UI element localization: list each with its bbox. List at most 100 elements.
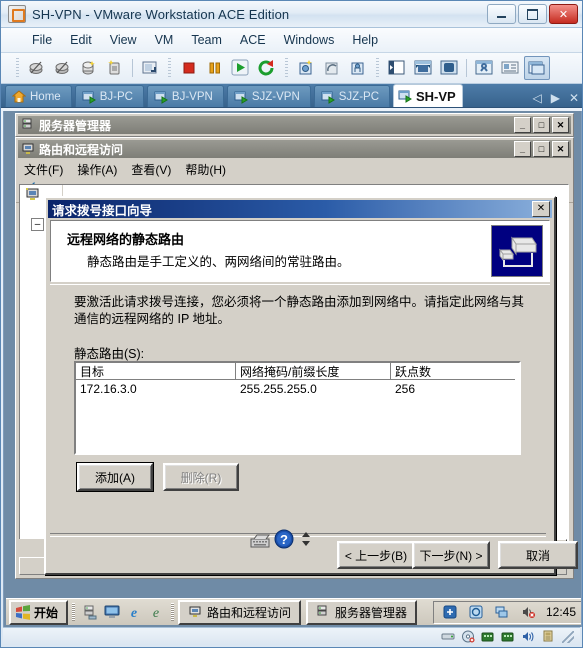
fullscreen-icon[interactable] bbox=[437, 57, 461, 79]
column-header-netmask[interactable]: 网络掩码/前缀长度 bbox=[236, 363, 391, 380]
tab-bj-pc[interactable]: BJ-PC bbox=[74, 85, 144, 107]
tab-label: SH-VP bbox=[416, 88, 456, 104]
menu-windows[interactable]: Windows bbox=[275, 30, 344, 50]
minimize-button[interactable] bbox=[487, 4, 516, 24]
menu-view[interactable]: 查看(V) bbox=[131, 161, 171, 178]
taskbar-item-server-manager[interactable]: 服务器管理器 bbox=[306, 599, 418, 625]
menu-team[interactable]: Team bbox=[182, 30, 231, 50]
vm-icon bbox=[234, 91, 248, 104]
network-icon[interactable] bbox=[467, 603, 485, 621]
close-button[interactable]: ✕ bbox=[532, 201, 550, 217]
tab-sh-vpn[interactable]: SH-VP bbox=[393, 84, 463, 107]
tab-bj-vpn[interactable]: BJ-VPN bbox=[146, 85, 224, 107]
snapshot-icon[interactable] bbox=[294, 57, 318, 79]
restore-button[interactable]: □ bbox=[533, 117, 550, 133]
cancel-button[interactable]: 取消 bbox=[498, 541, 578, 569]
hard-disk-icon[interactable] bbox=[440, 630, 455, 643]
server-manager-window[interactable]: 服务器管理器 _ □ ✕ bbox=[15, 113, 574, 137]
toolbar-grip[interactable] bbox=[16, 58, 19, 78]
menu-file[interactable]: File bbox=[23, 30, 61, 50]
clock[interactable]: 12:45 bbox=[546, 605, 576, 619]
power-off-guest-icon[interactable] bbox=[25, 57, 49, 79]
cd-dvd-icon[interactable] bbox=[460, 630, 475, 643]
console-view-icon[interactable] bbox=[524, 56, 550, 80]
close-button[interactable]: ✕ bbox=[552, 141, 569, 157]
static-routes-label: 静态路由(S): bbox=[74, 347, 145, 361]
rras-title-bar: 路由和远程访问 _ □ ✕ bbox=[18, 140, 571, 158]
resize-grip[interactable] bbox=[562, 630, 574, 643]
add-button[interactable]: 添加(A) bbox=[76, 462, 154, 492]
network-adapter2-icon[interactable] bbox=[500, 630, 515, 643]
guest-screen[interactable]: ↓ 服务器管理器 _ □ ✕ 路由和远程访问 bbox=[3, 111, 582, 627]
pause-icon[interactable] bbox=[203, 57, 227, 79]
home-icon bbox=[12, 89, 26, 102]
toolbar-grip-2[interactable] bbox=[168, 58, 171, 78]
static-routes-table[interactable]: 目标 网络掩码/前缀长度 跃点数 172.16.3.0 255.255.255.… bbox=[74, 361, 521, 455]
menu-help[interactable]: 帮助(H) bbox=[185, 161, 226, 178]
menu-edit[interactable]: Edit bbox=[61, 30, 101, 50]
menu-ace[interactable]: ACE bbox=[231, 30, 275, 50]
ie-alt-icon[interactable]: e bbox=[147, 603, 165, 621]
tab-prev-button[interactable]: ◁ bbox=[532, 92, 541, 104]
settings-icon[interactable] bbox=[472, 57, 496, 79]
tab-sjz-pc[interactable]: SJZ-PC bbox=[313, 85, 390, 107]
tab-sjz-vpn[interactable]: SJZ-VPN bbox=[226, 85, 311, 107]
fullscreen-toggle-icon[interactable] bbox=[138, 57, 162, 79]
table-header-row: 目标 网络掩码/前缀长度 跃点数 bbox=[76, 363, 519, 380]
menu-help[interactable]: Help bbox=[343, 30, 387, 50]
start-button[interactable]: 开始 bbox=[9, 599, 69, 625]
close-button[interactable]: ✕ bbox=[549, 4, 578, 24]
maximize-button[interactable] bbox=[518, 4, 547, 24]
back-button[interactable]: < 上一步(B) bbox=[337, 541, 415, 569]
internet-explorer-icon[interactable]: e bbox=[125, 603, 143, 621]
next-button[interactable]: 下一步(N) > bbox=[412, 541, 490, 569]
toolbar-grip-4[interactable] bbox=[376, 58, 379, 78]
summary-icon[interactable] bbox=[498, 57, 522, 79]
column-header-metric[interactable]: 跃点数 bbox=[391, 363, 515, 380]
quick-switch-icon[interactable] bbox=[411, 57, 435, 79]
demand-dial-interface-wizard-dialog[interactable]: 请求拨号接口向导 ✕ 远程网络的静态路由 静态路由是手工定义的、两网络间的常驻路… bbox=[44, 196, 578, 575]
network-disconnected-icon[interactable] bbox=[493, 603, 511, 621]
svg-text:?: ? bbox=[280, 532, 288, 547]
tree-collapse-toggle[interactable]: – bbox=[31, 218, 44, 231]
rras-window[interactable]: 路由和远程访问 _ □ ✕ 文件(F) 操作(A) 查看(V) 帮助(H) – … bbox=[15, 137, 578, 579]
table-row[interactable]: 172.16.3.0 255.255.255.0 256 bbox=[76, 380, 519, 398]
show-sidebar-icon[interactable] bbox=[385, 57, 409, 79]
tab-next-button[interactable]: ▶ bbox=[551, 92, 560, 104]
suspend-guest-icon[interactable] bbox=[51, 57, 75, 79]
snapshot-manager-icon[interactable] bbox=[346, 57, 370, 79]
restore-button[interactable]: □ bbox=[533, 141, 550, 157]
reset-icon[interactable] bbox=[255, 57, 279, 79]
play-icon[interactable] bbox=[229, 57, 253, 79]
volume-muted-icon[interactable] bbox=[519, 603, 537, 621]
network-adapter-icon[interactable] bbox=[480, 630, 495, 643]
stop-icon[interactable] bbox=[177, 57, 201, 79]
rras-server-icon[interactable] bbox=[25, 187, 41, 203]
help-icon[interactable]: ? bbox=[274, 529, 294, 549]
taskbar-item-rras[interactable]: 路由和远程访问 bbox=[178, 599, 302, 625]
close-button[interactable]: ✕ bbox=[552, 117, 569, 133]
snapshot-take-icon[interactable] bbox=[77, 57, 101, 79]
minimize-button[interactable]: _ bbox=[514, 141, 531, 157]
desktop-icon[interactable] bbox=[103, 603, 121, 621]
tab-close-button[interactable]: ✕ bbox=[569, 92, 579, 104]
menu-vm[interactable]: VM bbox=[146, 30, 183, 50]
keyboard-icon[interactable] bbox=[247, 530, 273, 552]
column-header-destination[interactable]: 目标 bbox=[76, 363, 236, 380]
menu-action[interactable]: 操作(A) bbox=[77, 161, 117, 178]
show-desktop-icon[interactable] bbox=[81, 603, 99, 621]
sidebar-item-home[interactable]: Home bbox=[5, 85, 72, 107]
sound-icon[interactable] bbox=[520, 630, 535, 643]
dialog-title: 请求拨号接口向导 bbox=[52, 203, 153, 218]
menu-file[interactable]: 文件(F) bbox=[24, 161, 63, 178]
snapshot-manage-icon[interactable] bbox=[103, 57, 127, 79]
revert-snapshot-icon[interactable] bbox=[320, 57, 344, 79]
toolbar-grip-3[interactable] bbox=[285, 58, 288, 78]
usb-icon[interactable] bbox=[540, 630, 555, 643]
vm-icon bbox=[82, 91, 96, 104]
menu-view[interactable]: View bbox=[101, 30, 146, 50]
minimize-button[interactable]: _ bbox=[514, 117, 531, 133]
guest-desktop[interactable]: ↓ 服务器管理器 _ □ ✕ 路由和远程访问 bbox=[4, 111, 581, 627]
spinner-control[interactable] bbox=[301, 529, 311, 549]
network-config-icon[interactable] bbox=[441, 603, 459, 621]
